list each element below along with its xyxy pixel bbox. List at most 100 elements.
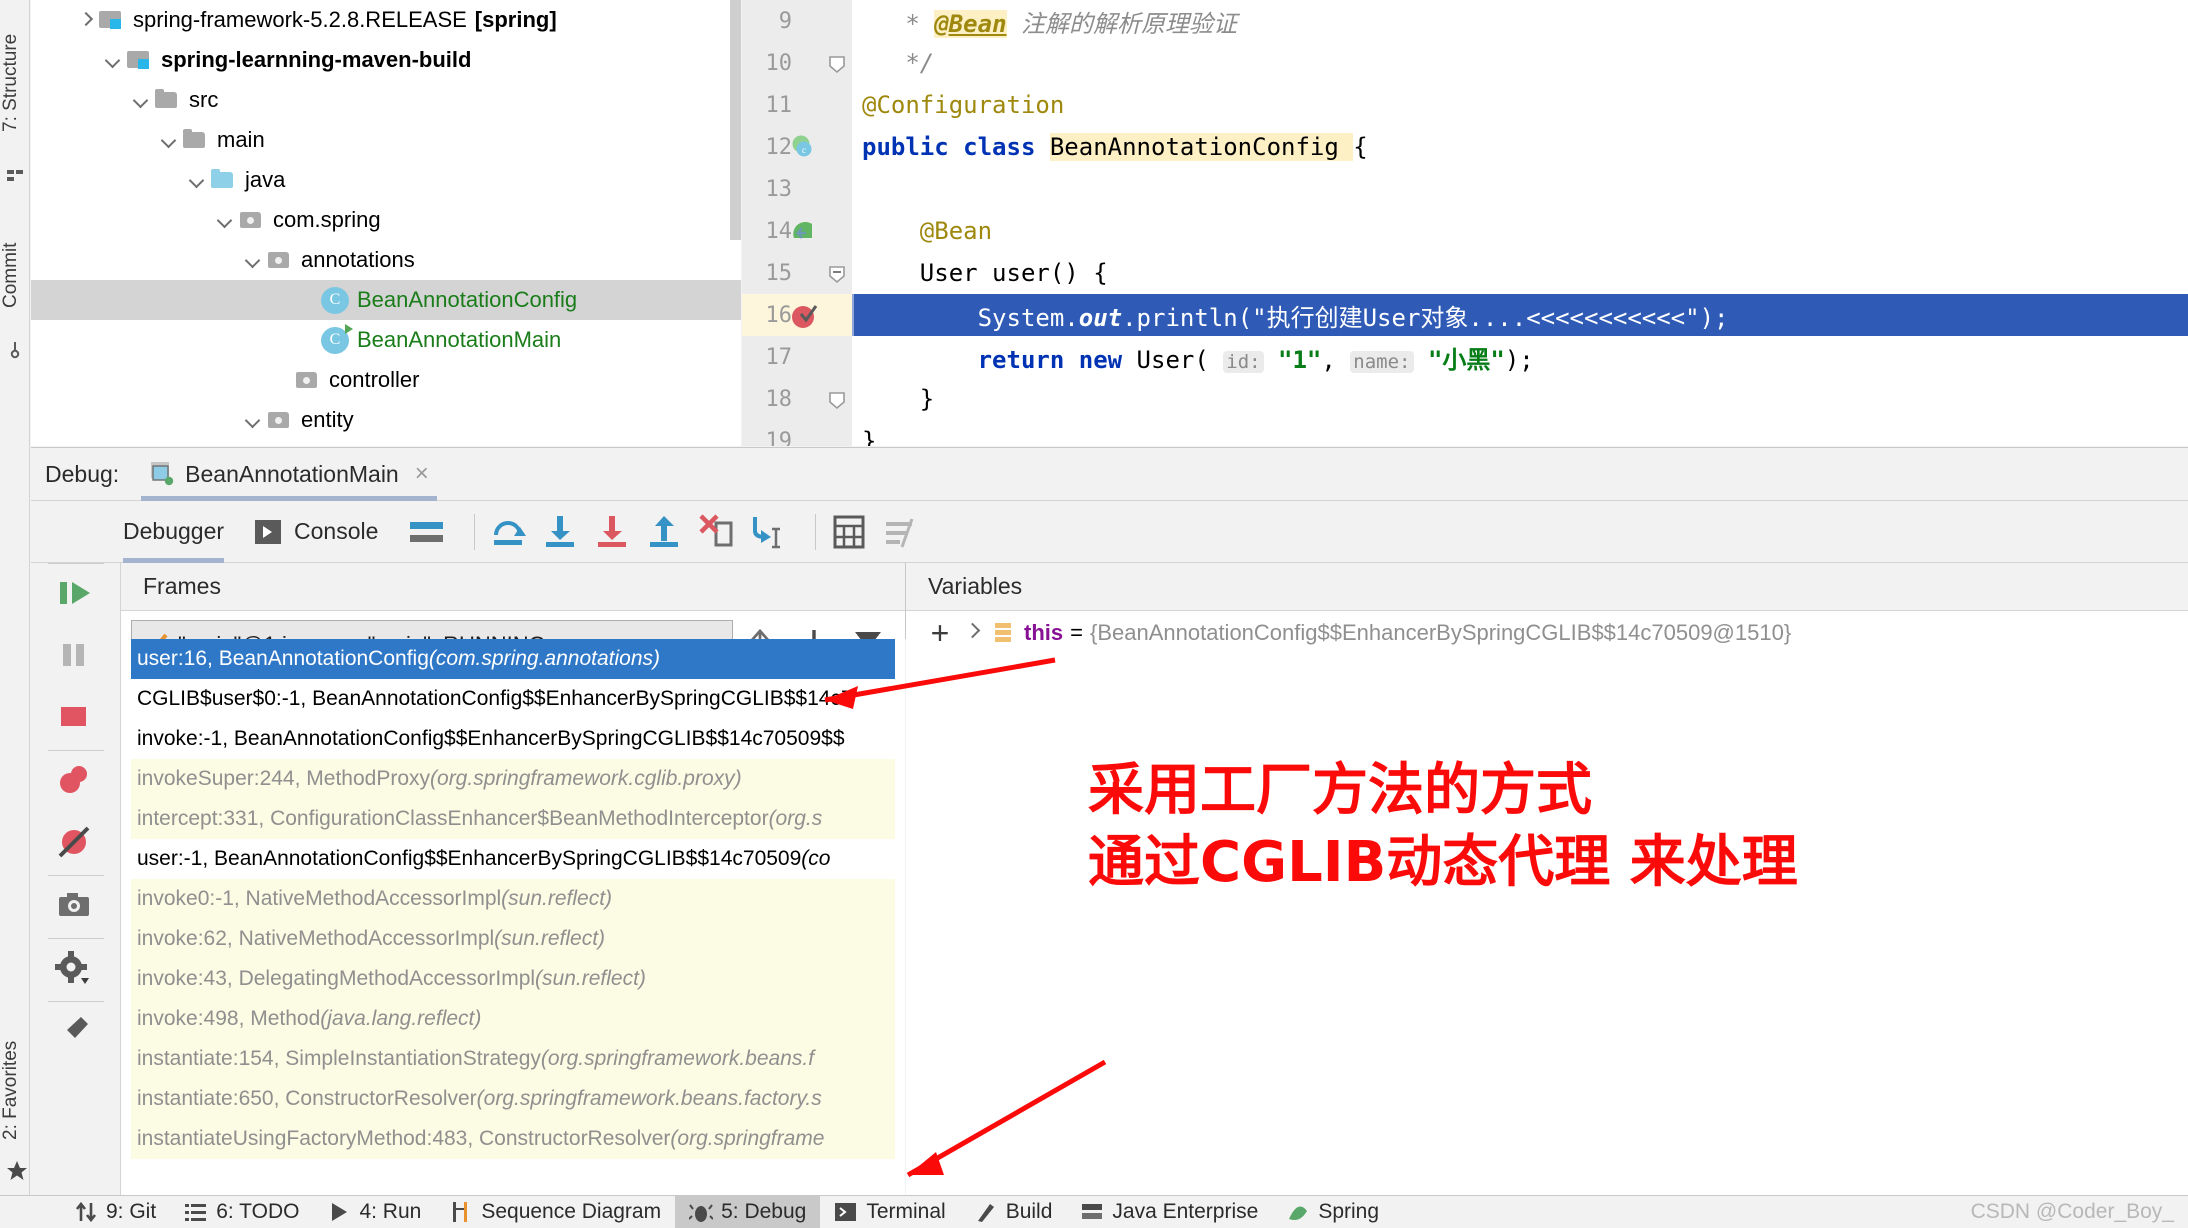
frame-row[interactable]: instantiate:650, ConstructorResolver (or… [131,1079,895,1119]
layout-icon[interactable] [408,513,446,551]
frame-row[interactable]: CGLIB$user$0:-1, BeanAnnotationConfig$$E… [131,679,895,719]
editor-line[interactable]: 13 [742,168,2188,210]
editor-line[interactable]: 16 System.out.println("执行创建User对象....<<<… [742,294,2188,336]
editor-gutter[interactable]: 17 [742,336,852,378]
editor-gutter[interactable]: 11 [742,84,852,126]
pin-tab-icon[interactable] [31,1002,121,1064]
tab-console[interactable]: Console [254,501,378,563]
sidebar-item-commit[interactable]: Commit [0,215,30,335]
add-watch-button[interactable]: + [920,615,960,652]
frame-row[interactable]: instantiate:154, SimpleInstantiationStra… [131,1039,895,1079]
frame-row[interactable]: user:-1, BeanAnnotationConfig$$EnhancerB… [131,839,895,879]
tree-node[interactable]: spring-learnning-maven-build [31,40,741,80]
editor-gutter[interactable]: 15 [742,252,852,294]
tree-node[interactable]: annotations [31,240,741,280]
sidebar-item-favorites[interactable]: 2: Favorites [0,1020,30,1160]
editor-gutter[interactable]: 10 [742,42,852,84]
variable-row[interactable]: + this = {BeanAnnotationConfig$$EnhancerByS… [906,611,2188,655]
editor-line[interactable]: 18 } [742,378,2188,420]
tree-node[interactable]: spring-framework-5.2.8.RELEASE [spring] [31,0,741,40]
evaluate-expression-icon[interactable] [830,513,868,551]
status-bar-item[interactable]: Terminal [820,1196,959,1228]
favorites-star-icon[interactable] [6,1160,27,1180]
step-into-icon[interactable] [541,513,579,551]
status-bar-item[interactable]: Build [960,1196,1067,1228]
frame-row[interactable]: invoke:-1, BeanAnnotationConfig$$Enhance… [131,719,895,759]
fold-marker-icon[interactable] [826,262,848,284]
tree-node[interactable]: C BeanAnnotationMain [31,320,741,360]
editor-gutter[interactable]: 12 c [742,126,852,168]
editor-line[interactable]: 9 * @Bean 注解的解析原理验证 [742,0,2188,42]
tab-debugger[interactable]: Debugger [123,501,225,563]
tree-node[interactable]: main [31,120,741,160]
snapshot-icon[interactable] [31,876,121,938]
status-bar-item[interactable]: Spring [1272,1196,1393,1228]
frame-row[interactable]: invokeSuper:244, MethodProxy (org.spring… [131,759,895,799]
status-bar-item[interactable]: Sequence Diagram [435,1196,675,1228]
frame-row[interactable]: instantiateUsingFactoryMethod:483, Const… [131,1119,895,1159]
frame-row[interactable]: invoke:62, NativeMethodAccessorImpl (sun… [131,919,895,959]
status-bar-item[interactable]: 6: TODO [170,1196,313,1228]
editor-gutter[interactable]: 18 [742,378,852,420]
frame-row[interactable]: user:16, BeanAnnotationConfig (com.sprin… [131,639,895,679]
frame-row[interactable]: invoke:498, Method (java.lang.reflect) [131,999,895,1039]
close-icon[interactable]: × [415,460,429,488]
chevron-right-icon[interactable] [75,9,97,31]
stop-icon[interactable] [31,688,121,750]
view-breakpoints-icon[interactable] [31,751,121,813]
frame-row[interactable]: intercept:331, ConfigurationClassEnhance… [131,799,895,839]
frames-list[interactable]: user:16, BeanAnnotationConfig (com.sprin… [131,639,895,1195]
code-editor[interactable]: 9 * @Bean 注解的解析原理验证 10 */11 @Configuration… [742,0,2188,446]
run-to-cursor-icon[interactable] [749,513,787,551]
chevron-right-icon[interactable] [960,620,986,646]
debug-session-tab[interactable]: BeanAnnotationMain × [141,448,437,501]
step-over-icon[interactable] [489,513,527,551]
tree-node[interactable]: entity [31,400,741,440]
settings-icon[interactable] [31,939,121,1001]
tree-node[interactable]: java [31,160,741,200]
tree-vertical-scrollbar[interactable] [730,0,741,240]
pause-program-icon[interactable] [31,626,121,688]
resume-program-icon[interactable] [31,564,121,626]
editor-line[interactable]: 12 c public class BeanAnnotationConfig { [742,126,2188,168]
chevron-down-icon[interactable] [243,249,265,271]
chevron-down-icon[interactable] [215,209,237,231]
editor-line[interactable]: 10 */ [742,42,2188,84]
frame-row[interactable]: invoke0:-1, NativeMethodAccessorImpl (su… [131,879,895,919]
chevron-down-icon[interactable] [187,169,209,191]
bean-class-icon[interactable]: c [790,134,816,160]
chevron-down-icon[interactable] [131,89,153,111]
chevron-down-icon[interactable] [159,129,181,151]
editor-line[interactable]: 19} [742,420,2188,446]
tree-node[interactable]: com.spring [31,200,741,240]
tree-node[interactable]: C BeanAnnotationConfig [31,280,741,320]
frame-row[interactable]: invoke:43, DelegatingMethodAccessorImpl … [131,959,895,999]
editor-gutter[interactable]: 9 [742,0,852,42]
fold-marker-icon[interactable] [826,52,848,74]
mute-breakpoints-icon[interactable] [31,813,121,875]
drop-frame-icon[interactable] [697,513,735,551]
bean-override-icon[interactable] [790,218,816,244]
chevron-down-icon[interactable] [103,49,125,71]
filter-icon[interactable] [882,513,920,551]
editor-gutter[interactable]: 16 [742,294,852,336]
editor-gutter[interactable]: 14 [742,210,852,252]
editor-line[interactable]: 14 @Bean [742,210,2188,252]
editor-gutter[interactable]: 13 [742,168,852,210]
editor-line[interactable]: 11 @Configuration [742,84,2188,126]
fold-marker-icon[interactable] [826,388,848,410]
commit-branch-icon[interactable] [6,340,25,359]
structure-grid-icon[interactable] [6,168,25,187]
editor-line[interactable]: 15 User user() { [742,252,2188,294]
status-bar-item[interactable]: 9: Git [60,1196,170,1228]
tree-node[interactable]: controller [31,360,741,400]
status-bar-item[interactable]: 5: Debug [675,1196,821,1228]
status-bar-item[interactable]: 4: Run [313,1196,435,1228]
breakpoint-hit-icon[interactable] [790,302,818,328]
sidebar-item-structure[interactable]: 7: Structure [0,8,30,158]
editor-gutter[interactable]: 19 [742,420,852,446]
chevron-down-icon[interactable] [243,409,265,431]
step-out-icon[interactable] [645,513,683,551]
project-tree[interactable]: spring-framework-5.2.8.RELEASE [spring] sp… [31,0,741,446]
editor-line[interactable]: 17 return new User( id: "1", name: "小黑")… [742,336,2188,378]
